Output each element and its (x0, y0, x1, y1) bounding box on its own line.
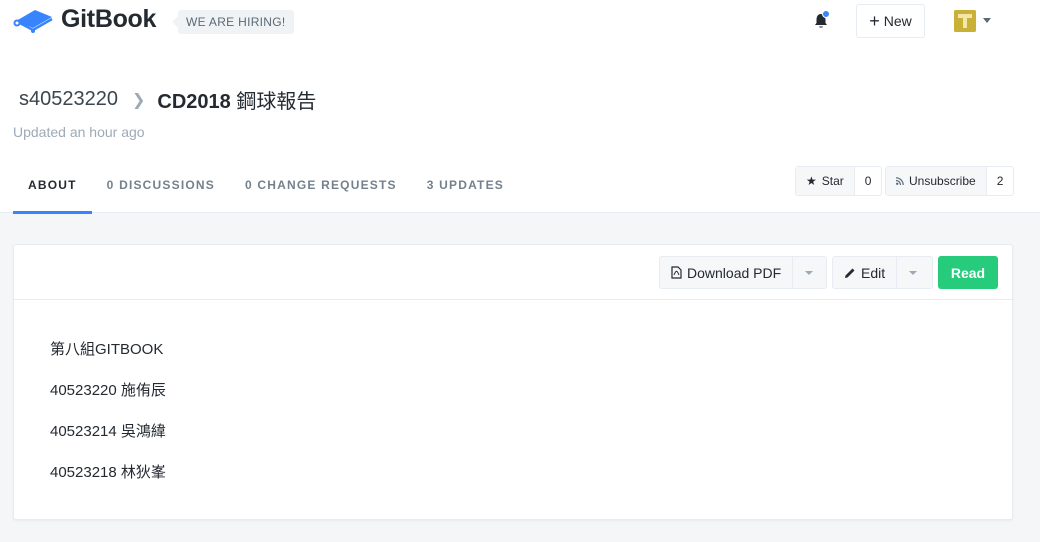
top-header: GitBook WE ARE HIRING! + New s40523220 ❯… (0, 0, 1040, 214)
content-line: 40523220 施侑辰 (50, 382, 166, 399)
chevron-down-icon (805, 270, 814, 275)
book-logo-icon (13, 10, 53, 33)
new-button[interactable]: + New (856, 4, 925, 38)
edit-button[interactable]: Edit (833, 257, 898, 288)
star-count: 0 (864, 174, 872, 188)
chevron-down-icon[interactable] (983, 18, 991, 23)
user-avatar[interactable] (954, 10, 976, 32)
tab-discussions[interactable]: 0 DISCUSSIONS (92, 163, 230, 214)
download-pdf-label: Download PDF (687, 264, 782, 281)
content-line: 40523218 林狄峯 (50, 464, 166, 481)
edit-dropdown[interactable] (897, 257, 929, 288)
subscriber-count: 2 (996, 174, 1004, 188)
tab-change-requests[interactable]: 0 CHANGE REQUESTS (230, 163, 412, 214)
unsubscribe-button[interactable]: Unsubscribe (886, 167, 987, 195)
about-card: Download PDF Edit Read 第八組GITBOOK 405232… (13, 244, 1013, 520)
unsubscribe-label: Unsubscribe (909, 174, 976, 188)
download-pdf-dropdown[interactable] (793, 257, 825, 288)
star-label: Star (821, 174, 844, 188)
subscribe-group: Unsubscribe 2 (885, 166, 1015, 196)
read-button[interactable]: Read (938, 256, 998, 289)
chevron-down-icon (909, 270, 918, 275)
download-pdf-button[interactable]: Download PDF (660, 257, 794, 288)
card-toolbar: Download PDF Edit Read (14, 245, 1012, 300)
breadcrumb-space[interactable]: CD2018 鋼球報告 (157, 85, 316, 114)
space-name: 鋼球報告 (236, 91, 317, 113)
card-content: 第八組GITBOOK 40523220 施侑辰 40523214 吳鴻緯 405… (14, 300, 1012, 482)
content-line: 第八組GITBOOK (50, 341, 164, 358)
star-group: ★ Star 0 (795, 166, 883, 196)
star-icon: ★ (806, 174, 817, 188)
brand-name: GitBook (61, 4, 157, 33)
tab-about[interactable]: ABOUT (13, 163, 92, 214)
chevron-right-icon: ❯ (131, 91, 146, 109)
rss-icon (896, 177, 904, 185)
gitbook-logo[interactable]: GitBook (13, 4, 156, 34)
new-button-label: New (883, 13, 912, 29)
star-button[interactable]: ★ Star (796, 167, 855, 195)
updated-timestamp: Updated an hour ago (13, 124, 145, 140)
content-line: 40523214 吳鴻緯 (50, 423, 166, 440)
breadcrumb: s40523220 ❯ CD2018 鋼球報告 (19, 85, 316, 114)
pdf-file-icon (671, 266, 682, 279)
hiring-badge[interactable]: WE ARE HIRING! (172, 10, 294, 34)
download-pdf-split-button: Download PDF (659, 256, 827, 289)
edit-split-button: Edit (832, 256, 933, 289)
plus-icon: + (869, 11, 880, 31)
space-code: CD2018 (157, 91, 231, 113)
pencil-icon (845, 268, 855, 278)
tab-bar: ABOUT 0 DISCUSSIONS 0 CHANGE REQUESTS 3 … (13, 163, 519, 214)
tab-updates[interactable]: 3 UPDATES (412, 163, 519, 214)
notification-dot (822, 10, 830, 18)
edit-label: Edit (861, 264, 886, 281)
breadcrumb-owner[interactable]: s40523220 (19, 88, 118, 111)
